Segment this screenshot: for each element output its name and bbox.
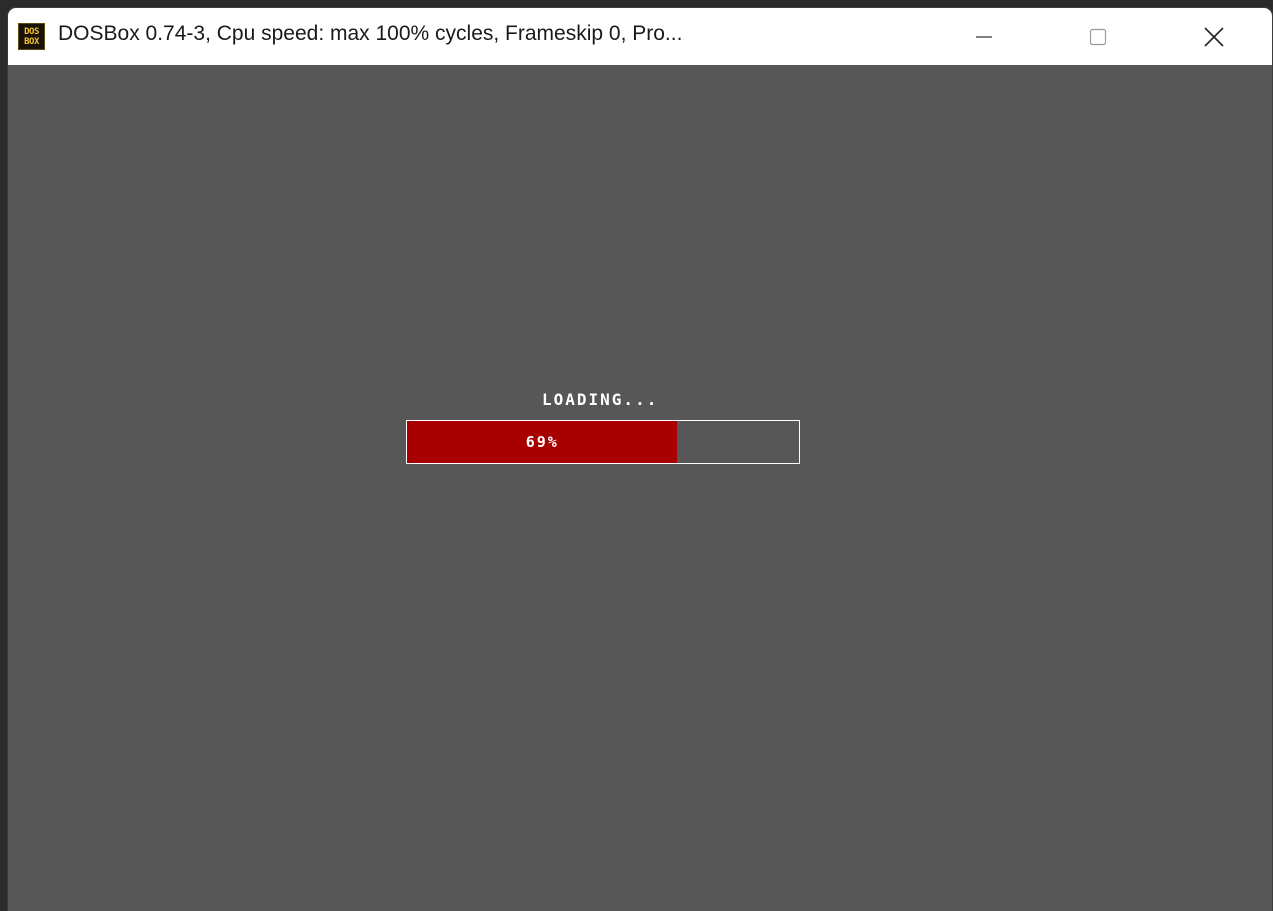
minimize-button[interactable] — [950, 8, 1018, 65]
maximize-icon — [1089, 28, 1107, 45]
dosbox-icon[interactable]: DOS BOX — [18, 23, 45, 50]
close-button[interactable] — [1180, 8, 1248, 65]
dosbox-window: DOS BOX DOSBox 0.74-3, Cpu speed: max 10… — [8, 8, 1272, 911]
icon-line-2: BOX — [24, 36, 39, 47]
title-bar[interactable]: DOS BOX DOSBox 0.74-3, Cpu speed: max 10… — [8, 8, 1272, 65]
progress-percent: 69% — [525, 433, 559, 451]
close-icon — [1204, 26, 1224, 47]
dos-screen[interactable]: LOADING... 69% — [8, 65, 1272, 911]
window-title: DOSBox 0.74-3, Cpu speed: max 100% cycle… — [58, 22, 683, 45]
icon-line-1: DOS — [24, 26, 39, 37]
minimize-icon — [976, 35, 992, 38]
progress-bar: 69% — [406, 420, 800, 464]
maximize-button[interactable] — [1064, 8, 1132, 65]
loading-label: LOADING... — [542, 390, 659, 409]
